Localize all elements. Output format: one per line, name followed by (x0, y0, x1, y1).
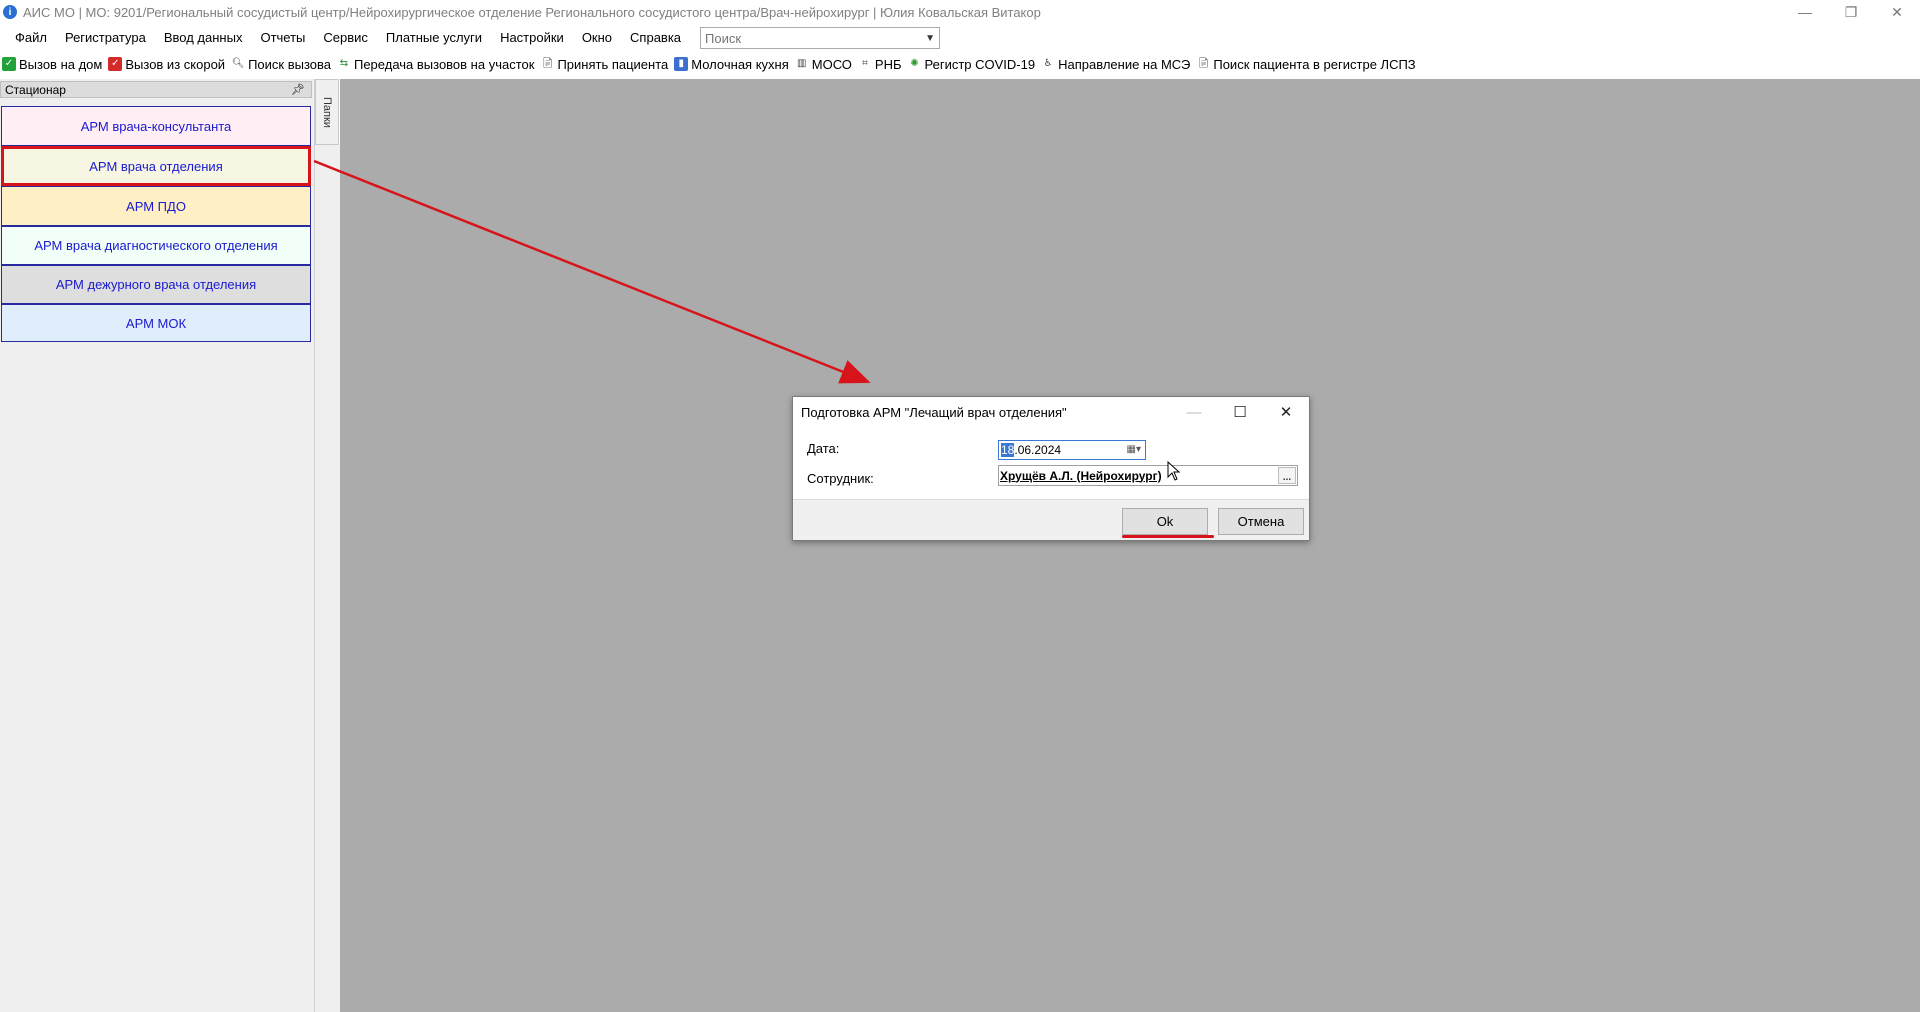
toolbar-label: РНБ (874, 56, 902, 72)
folders-tab-label: Папки (321, 96, 333, 128)
folders-side-tab[interactable]: Папки (315, 79, 339, 145)
toolbar-milk-kitchen[interactable]: ▮ Молочная кухня (672, 53, 792, 75)
toolbar-label: Вызов на дом (19, 56, 103, 72)
panel-title: Стационар (5, 82, 66, 97)
window-close-button[interactable]: ✕ (1874, 0, 1920, 24)
building-icon: ▥ (797, 58, 807, 69)
left-panel: Стационар 📌︎ АРМ врача-консультанта АРМ … (0, 79, 315, 1012)
toolbar-covid-registry[interactable]: ✺ Регистр COVID-19 (906, 53, 1040, 75)
toolbar-rnb[interactable]: ⌗ РНБ (856, 53, 906, 75)
wheelchair-icon: ♿︎ (1043, 58, 1053, 69)
toolbar-ambulance-call[interactable]: ✓ Вызов из скорой (106, 53, 229, 75)
menu-service[interactable]: Сервис (314, 27, 377, 49)
toolbar-label: Поиск вызова (248, 56, 331, 72)
document-icon: 📄︎ (1197, 58, 1210, 69)
arm-item-department-doctor[interactable]: АРМ врача отделения (1, 146, 311, 186)
toolbar-label: Поиск пациента в регистре ЛСПЗ (1213, 56, 1416, 72)
virus-icon: ✺ (910, 58, 919, 69)
date-field[interactable]: 18.06.2024 ▦▾ (998, 440, 1146, 460)
transfer-icon: ⇆ (339, 58, 349, 69)
menu-registry[interactable]: Регистратура (56, 27, 155, 49)
dialog-maximize-button[interactable]: ☐ (1217, 397, 1263, 427)
toolbar-label: Направление на МСЭ (1058, 56, 1191, 72)
toolbar-label: Вызов из скорой (125, 56, 226, 72)
arm-prepare-dialog: Подготовка АРМ "Лечащий врач отделения" … (792, 396, 1310, 541)
toolbar-label: Принять пациента (557, 56, 669, 72)
dialog-close-button[interactable]: ✕ (1263, 397, 1309, 427)
employee-label: Сотрудник: (807, 471, 874, 486)
dialog-body: Дата: 18.06.2024 ▦▾ Сотрудник: Хрущёв А.… (793, 427, 1309, 500)
toolbar-home-visit[interactable]: ✓ Вызов на дом (0, 53, 106, 75)
arm-item-diagnostic[interactable]: АРМ врача диагностического отделения (1, 226, 311, 265)
panel-header: Стационар 📌︎ (0, 81, 312, 98)
bottle-icon: ▮ (674, 57, 689, 71)
window-minimize-button[interactable]: — (1782, 0, 1828, 24)
cancel-button[interactable]: Отмена (1218, 508, 1304, 535)
arm-item-duty-doctor[interactable]: АРМ дежурного врача отделения (1, 265, 311, 304)
toolbar-label: Регистр COVID-19 (924, 56, 1036, 72)
tag-icon: ⌗ (862, 58, 868, 69)
menu-paid-services[interactable]: Платные услуги (377, 27, 491, 49)
toolbar: ✓ Вызов на дом ✓ Вызов из скорой 🔍︎ Поис… (0, 53, 1920, 75)
menu-settings[interactable]: Настройки (491, 27, 573, 49)
check-green-icon: ✓ (2, 57, 16, 71)
chevron-down-icon[interactable]: ▼ (925, 33, 935, 44)
toolbar-label: МОСО (811, 56, 852, 72)
menu-data-entry[interactable]: Ввод данных (155, 27, 252, 49)
window-restore-button[interactable]: ❐ (1828, 0, 1874, 24)
toolbar-moso[interactable]: ▥ МОСО (793, 53, 856, 75)
dialog-controls: — ☐ ✕ (1171, 397, 1309, 427)
mouse-cursor-icon (1167, 461, 1181, 481)
date-label: Дата: (807, 441, 840, 456)
employee-field[interactable]: Хрущёв А.Л. (Нейрохирург) ... (998, 465, 1298, 486)
window-title-bar: i АИС МО | МО: 9201/Региональный сосудис… (0, 0, 1920, 24)
search-icon: 🔍︎ (231, 58, 245, 69)
arm-item-mok[interactable]: АРМ МОК (1, 304, 311, 342)
employee-browse-button[interactable]: ... (1278, 467, 1296, 484)
document-icon: 📄︎ (541, 58, 554, 69)
dialog-minimize-button[interactable]: — (1171, 397, 1217, 427)
toolbar-accept-patient[interactable]: 📄︎ Принять пациента (538, 53, 672, 75)
calendar-dropdown-icon[interactable]: ▦▾ (1127, 444, 1141, 455)
employee-value: Хрущёв А.Л. (Нейрохирург) (1000, 468, 1162, 483)
arm-item-consultant[interactable]: АРМ врача-консультанта (1, 106, 311, 146)
dialog-title-bar: Подготовка АРМ "Лечащий врач отделения" … (793, 397, 1309, 427)
menu-reports[interactable]: Отчеты (251, 27, 314, 49)
date-rest-part: .06.2024 (1014, 443, 1062, 457)
toolbar-find-call[interactable]: 🔍︎ Поиск вызова (229, 53, 335, 75)
menu-bar: Файл Регистратура Ввод данных Отчеты Сер… (0, 26, 1920, 50)
ok-button[interactable]: Ok (1122, 508, 1208, 535)
toolbar-mse-referral[interactable]: ♿︎ Направление на МСЭ (1039, 53, 1194, 75)
arm-item-pdo[interactable]: АРМ ПДО (1, 186, 311, 226)
toolbar-label: Молочная кухня (691, 56, 789, 72)
toolbar-transfer-calls[interactable]: ⇆ Передача вызовов на участок (335, 53, 538, 75)
date-selected-part: 18 (1001, 443, 1015, 457)
window-controls: — ❐ ✕ (1782, 0, 1920, 24)
app-info-icon: i (3, 5, 17, 19)
pin-icon[interactable]: 📌︎ (291, 83, 305, 96)
toolbar-label: Передача вызовов на участок (353, 56, 535, 72)
check-red-icon: ✓ (108, 57, 123, 71)
search-input[interactable] (705, 30, 906, 46)
toolbar-lspz-search[interactable]: 📄︎ Поиск пациента в регистре ЛСПЗ (1194, 53, 1419, 75)
ok-highlight-underline (1122, 535, 1214, 538)
menu-file[interactable]: Файл (0, 27, 56, 49)
arm-list: АРМ врача-консультанта АРМ врача отделен… (1, 106, 311, 342)
mdi-workspace (340, 79, 1920, 1012)
menu-window[interactable]: Окно (573, 27, 621, 49)
dialog-title: Подготовка АРМ "Лечащий врач отделения" (801, 404, 1067, 420)
window-title: АИС МО | МО: 9201/Региональный сосудисты… (23, 4, 1041, 20)
panel-splitter (315, 145, 340, 1012)
search-combobox[interactable]: ▼ (700, 27, 941, 49)
menu-help[interactable]: Справка (621, 27, 690, 49)
